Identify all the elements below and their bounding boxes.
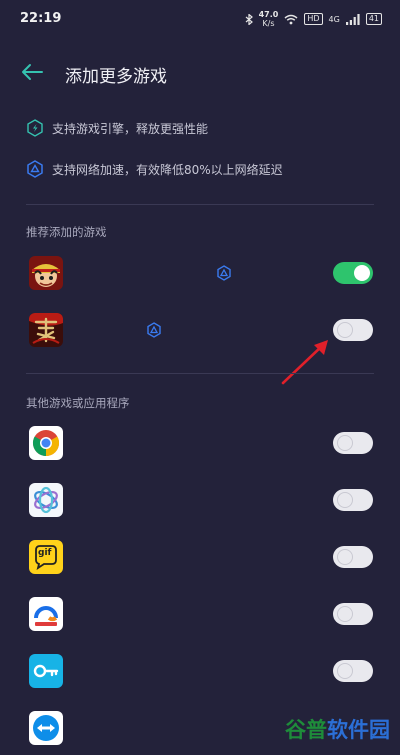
back-button[interactable] xyxy=(18,60,46,84)
divider xyxy=(26,204,374,205)
app-row-browser-app[interactable] xyxy=(0,589,400,641)
divider xyxy=(26,373,374,374)
signal-label: 4G xyxy=(328,14,340,24)
toggle-knob xyxy=(337,322,353,338)
signal-icon xyxy=(345,13,360,25)
martial-arts-game-icon xyxy=(29,313,63,347)
header: 添加更多游戏 xyxy=(0,52,400,92)
toggle-switch-off[interactable] xyxy=(333,660,373,682)
watermark-part1: 谷普 xyxy=(285,718,327,742)
status-time: 22:19 xyxy=(20,11,62,26)
toggle-knob xyxy=(337,492,353,508)
toggle-switch-off[interactable] xyxy=(333,489,373,511)
app-row-gif-app[interactable]: gif xyxy=(0,532,400,584)
teamviewer-icon xyxy=(29,711,63,745)
page-title: 添加更多游戏 xyxy=(65,67,167,87)
toggle-knob xyxy=(337,435,353,451)
feature-engine: 支持游戏引擎，释放更强性能 xyxy=(26,117,208,139)
hd-badge: HD xyxy=(304,13,323,25)
app-row-one-piece[interactable] xyxy=(0,248,400,300)
feature-network: 支持网络加速，有效降低80%以上网络延迟 xyxy=(26,158,283,180)
battery-icon: 41 xyxy=(365,13,382,25)
toggle-switch-off[interactable] xyxy=(333,319,373,341)
toggle-switch-off[interactable] xyxy=(333,432,373,454)
status-bar: 22:19 47.0 K/s HD 4G 41 xyxy=(0,0,400,38)
network-accel-icon xyxy=(147,322,161,338)
app-row-key-app[interactable] xyxy=(0,646,400,698)
knot-app-icon xyxy=(29,483,63,517)
engine-icon xyxy=(27,119,43,137)
app-row-knot-app[interactable] xyxy=(0,475,400,527)
gif-app-label: gif xyxy=(38,548,52,558)
toggle-switch-off[interactable] xyxy=(333,603,373,625)
app-row-chrome[interactable] xyxy=(0,418,400,470)
feature-engine-text: 支持游戏引擎，释放更强性能 xyxy=(52,121,209,136)
annotation-arrow-icon xyxy=(281,340,328,385)
network-accel-icon xyxy=(27,160,43,178)
watermark-part2: 软件园 xyxy=(327,718,390,742)
toggle-knob xyxy=(337,663,353,679)
network-speed: 47.0 K/s xyxy=(259,10,279,28)
watermark-logo: 谷普 软件园 xyxy=(285,714,390,744)
toggle-knob xyxy=(337,549,353,565)
speed-value: 47.0 xyxy=(258,10,279,19)
recommended-section-title: 推荐添加的游戏 xyxy=(26,225,107,239)
network-accel-icon xyxy=(217,265,231,281)
toggle-switch-on[interactable] xyxy=(333,262,373,284)
wifi-icon xyxy=(284,14,298,24)
toggle-switch-off[interactable] xyxy=(333,546,373,568)
key-app-icon xyxy=(29,654,63,688)
bluetooth-icon xyxy=(245,13,253,25)
other-apps-section-title: 其他游戏或应用程序 xyxy=(26,396,130,410)
gif-app-icon: gif xyxy=(29,540,63,574)
chrome-icon xyxy=(29,426,63,460)
toggle-knob xyxy=(354,265,370,281)
speed-unit: K/s xyxy=(262,19,275,28)
toggle-knob xyxy=(337,606,353,622)
one-piece-game-icon xyxy=(29,256,63,290)
app-row-martial-arts[interactable] xyxy=(0,305,400,357)
back-arrow-icon xyxy=(22,64,43,80)
feature-network-text: 支持网络加速，有效降低80%以上网络延迟 xyxy=(52,162,283,177)
status-icons: 47.0 K/s HD 4G 41 xyxy=(245,10,382,28)
browser-app-icon xyxy=(29,597,63,631)
